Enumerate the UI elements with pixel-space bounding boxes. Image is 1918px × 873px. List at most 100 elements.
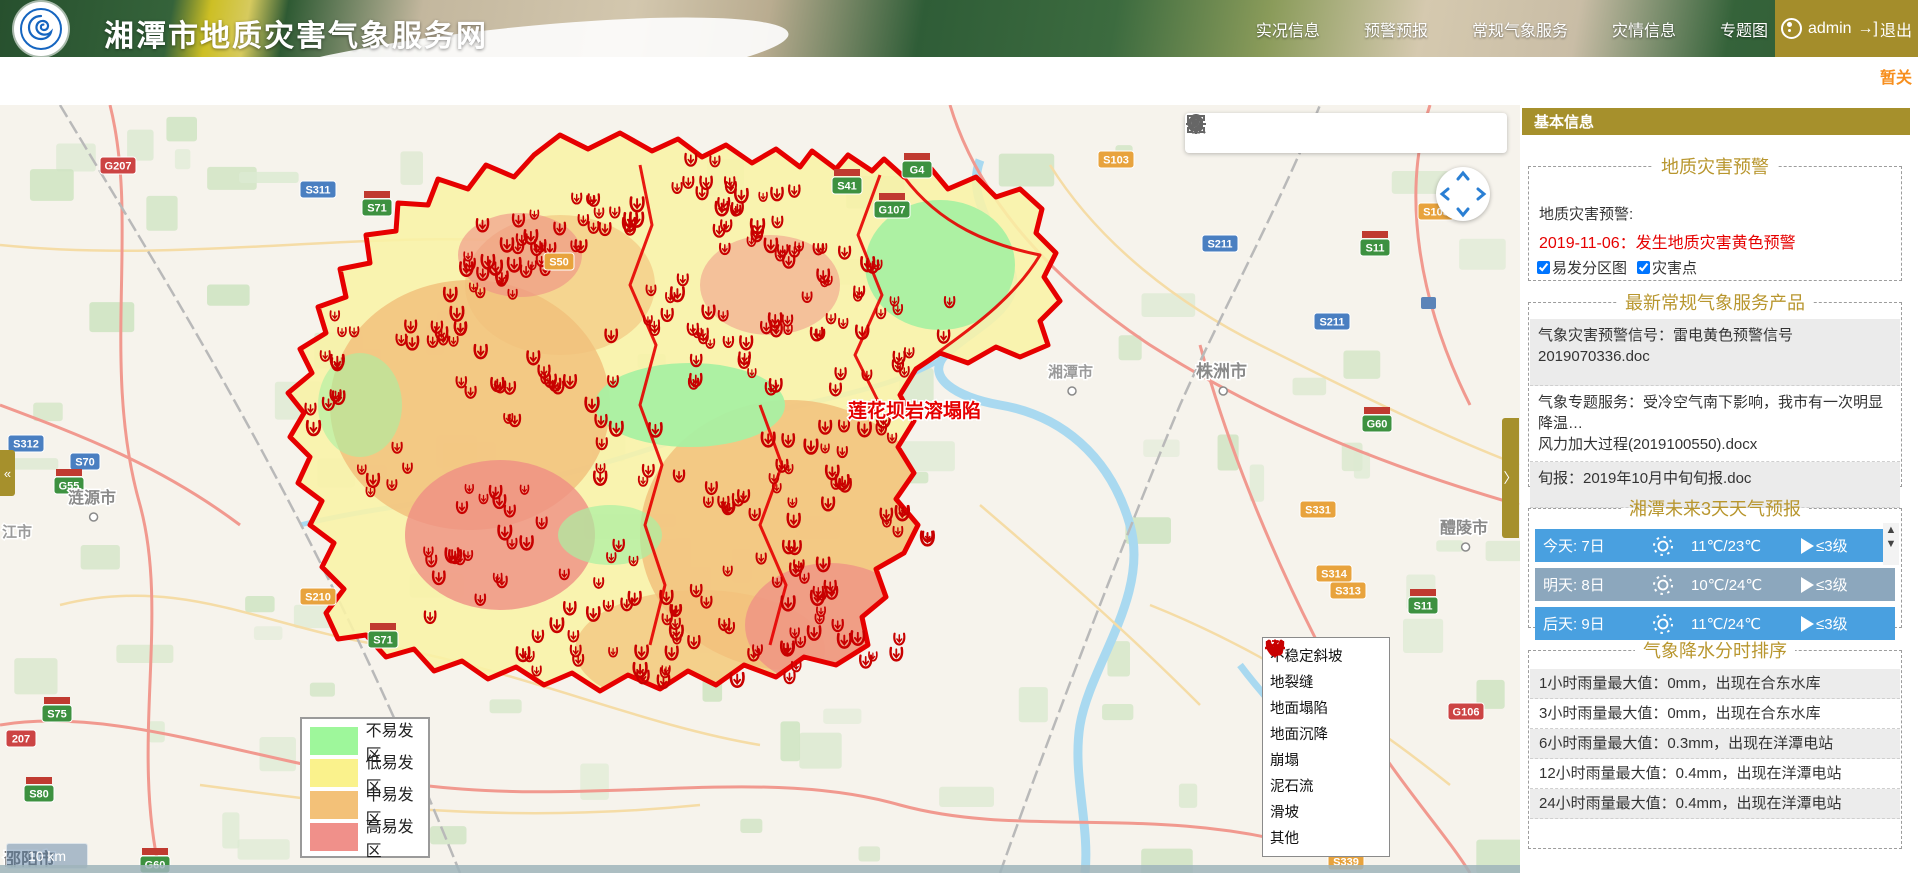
rain-rank-row-1[interactable]: 3小时雨量最大值：0mm，出现在合东水库: [1530, 699, 1900, 729]
document-line: 气象专题服务：受冷空气南下影响，我市有一次明显降温…: [1538, 392, 1892, 434]
layer-checkbox-1[interactable]: 灾害点: [1637, 257, 1697, 278]
hazard-label: 地裂缝: [1270, 671, 1314, 692]
hazard-legend-row-5: 泥石流: [1267, 772, 1385, 798]
risk-swatch: [310, 727, 358, 755]
document-item-1[interactable]: 气象专题服务：受冷空气南下影响，我市有一次明显降温…风力加大过程(2019100…: [1530, 386, 1900, 462]
map-canvas[interactable]: G207S311S71S50S41G4G107S103S211S103S11S2…: [0, 105, 1520, 873]
svg-text:S314: S314: [1321, 569, 1348, 581]
risk-swatch: [310, 791, 358, 819]
nav-item-1[interactable]: 预警预报: [1364, 17, 1428, 41]
city-label-涟源市: 涟源市: [68, 488, 116, 507]
rain-rank-row-0[interactable]: 1小时雨量最大值：0mm，出现在合东水库: [1530, 669, 1900, 699]
city-label-江市: 江市: [2, 523, 32, 541]
risk-swatch: [310, 759, 358, 787]
forecast-row-1[interactable]: 明天: 8日10℃/24℃≤3级: [1535, 568, 1895, 601]
svg-text:S331: S331: [1305, 505, 1331, 517]
rain-rank-row-4[interactable]: 24小时雨量最大值：0.4mm，出现在洋潭电站: [1530, 789, 1900, 819]
checkbox-input-0[interactable]: [1537, 261, 1550, 274]
settings-icon[interactable]: [1466, 120, 1492, 146]
compass-control[interactable]: [1436, 167, 1490, 221]
road-shield-S50: S50: [544, 253, 574, 270]
locate-icon[interactable]: [1422, 120, 1448, 146]
svg-text:S70: S70: [75, 457, 95, 469]
logout-button[interactable]: →] 退出: [1858, 17, 1912, 41]
forecast-day: 明天: 8日: [1535, 574, 1635, 595]
logout-label: 退出: [1880, 17, 1912, 41]
username: admin: [1808, 20, 1852, 38]
forecast-row-0[interactable]: 今天: 7日11℃/23℃≤3级: [1535, 529, 1895, 562]
geo-warning-section: 地质灾害预警 地质灾害预警: 2019-11-06：发生地质灾害黄色预警 易发分…: [1528, 153, 1902, 281]
hazard-label: 滑坡: [1270, 801, 1299, 822]
wind-level: ≤3级: [1801, 613, 1848, 634]
risk-legend-row-3: 高易发区: [310, 821, 420, 853]
svg-text:S71: S71: [367, 203, 387, 215]
zoom-out-icon[interactable]: [1289, 120, 1315, 146]
road-shield-S71: S71: [362, 191, 392, 216]
rain-rank-row-2[interactable]: 6小时雨量最大值：0.3mm，出现在洋潭电站: [1530, 729, 1900, 759]
svg-text:S312: S312: [13, 439, 39, 451]
forecast-section: 湘潭未来3天天气预报 今天: 7日11℃/23℃≤3级明天: 8日10℃/24℃…: [1528, 495, 1902, 628]
svg-text:S11: S11: [1366, 243, 1385, 255]
user-box[interactable]: admin →] 退出: [1775, 0, 1918, 57]
karst-collapse-label: 莲花坝岩溶塌陷: [848, 399, 981, 422]
road-shield-G60: G60: [1362, 407, 1392, 432]
road-shield-S71: S71: [368, 623, 398, 648]
road-shield-S70: S70: [70, 453, 100, 470]
risk-zone-legend: 不易发区低易发区中易发区高易发区: [300, 717, 430, 858]
hazard-label: 其他: [1270, 827, 1299, 848]
marker-icon[interactable]: [1333, 120, 1359, 146]
road-shield-S80: S80: [24, 777, 54, 802]
road-shield-S313: S313: [1330, 582, 1366, 599]
scroll-up-icon[interactable]: ▲: [1886, 523, 1897, 537]
forecast-row-2[interactable]: 后天: 9日11℃/24℃≤3级: [1535, 607, 1895, 640]
products-section: 最新常规气象服务产品 气象灾害预警信号：雷电黄色预警信号2019070336.d…: [1528, 289, 1902, 487]
checkbox-label: 灾害点: [1652, 257, 1697, 278]
geo-warning-label: 地质灾害预警:: [1539, 203, 1633, 224]
top-navigation: 实况信息 预警预报 常规气象服务 灾情信息 专题图: [1256, 0, 1768, 57]
checkbox-input-1[interactable]: [1637, 261, 1650, 274]
rain-rank-row-3[interactable]: 12小时雨量最大值：0.4mm，出现在洋潭电站: [1530, 759, 1900, 789]
nav-item-0[interactable]: 实况信息: [1256, 17, 1320, 41]
notice-marquee: 暂关: [1880, 64, 1918, 88]
geo-warning-legend: 地质灾害预警: [1653, 153, 1777, 179]
svg-text:S103: S103: [1103, 155, 1129, 167]
logout-icon: →]: [1858, 20, 1878, 38]
left-collapse-tab[interactable]: «: [0, 450, 15, 496]
map-toolbar: [1185, 113, 1507, 153]
scroll-down-icon[interactable]: ▼: [1886, 537, 1897, 551]
forecast-day: 后天: 9日: [1535, 613, 1635, 634]
forecast-temp: 11℃/23℃: [1691, 537, 1801, 555]
road-shield-S11: S11: [1408, 589, 1438, 614]
hazard-legend-row-6: 滑坡: [1267, 798, 1385, 824]
svg-text:S71: S71: [373, 635, 393, 647]
layer-checkbox-0[interactable]: 易发分区图: [1537, 257, 1627, 278]
rain-ranking-legend: 气象降水分时排序: [1635, 637, 1795, 663]
info-sidebar: 基本信息 地质灾害预警 地质灾害预警: 2019-11-06：发生地质灾害黄色预…: [1522, 105, 1910, 860]
rain-ranking-rows: 1小时雨量最大值：0mm，出现在合东水库3小时雨量最大值：0mm，出现在合东水库…: [1530, 669, 1900, 819]
document-item-0[interactable]: 气象灾害预警信号：雷电黄色预警信号2019070336.doc: [1530, 319, 1900, 386]
svg-text:S11: S11: [1414, 601, 1433, 613]
road-shield-G106: G106: [1448, 703, 1484, 720]
road-shield-S11: S11: [1360, 231, 1390, 256]
forecast-rows: 今天: 7日 11℃/23℃ ≤3级 明天: 8日10℃/24℃≤3级后天: 9日11…: [1535, 529, 1895, 646]
geo-warning-alert: 2019-11-06：发生地质灾害黄色预警: [1539, 229, 1796, 253]
forecast-scrollbar[interactable]: ▲ ▼: [1883, 523, 1899, 565]
nav-item-3[interactable]: 灾情信息: [1612, 17, 1676, 41]
xiangtan-meteorology-logo: [14, 2, 68, 56]
hazard-label: 崩塌: [1270, 749, 1299, 770]
road-shield-S211: S211: [1314, 313, 1350, 330]
city-label-湘潭市: 湘潭市: [1048, 363, 1093, 381]
sidebar-collapse-tab[interactable]: 〉: [1502, 418, 1519, 538]
forecast-day: 今天: 7日: [1535, 535, 1635, 556]
zoom-in-icon[interactable]: [1244, 120, 1270, 146]
svg-text:S50: S50: [549, 257, 569, 269]
road-shield-S41: S41: [832, 169, 862, 194]
nav-item-4[interactable]: 专题图: [1720, 17, 1768, 41]
nav-item-2[interactable]: 常规气象服务: [1472, 17, 1568, 41]
risk-swatch: [310, 823, 358, 851]
svg-text:207: 207: [12, 734, 30, 746]
hazard-legend-row-4: 崩塌: [1267, 746, 1385, 772]
polygon-icon[interactable]: [1377, 120, 1403, 146]
sunny-icon: [1635, 611, 1691, 637]
road-shield-S210: S210: [300, 588, 336, 605]
